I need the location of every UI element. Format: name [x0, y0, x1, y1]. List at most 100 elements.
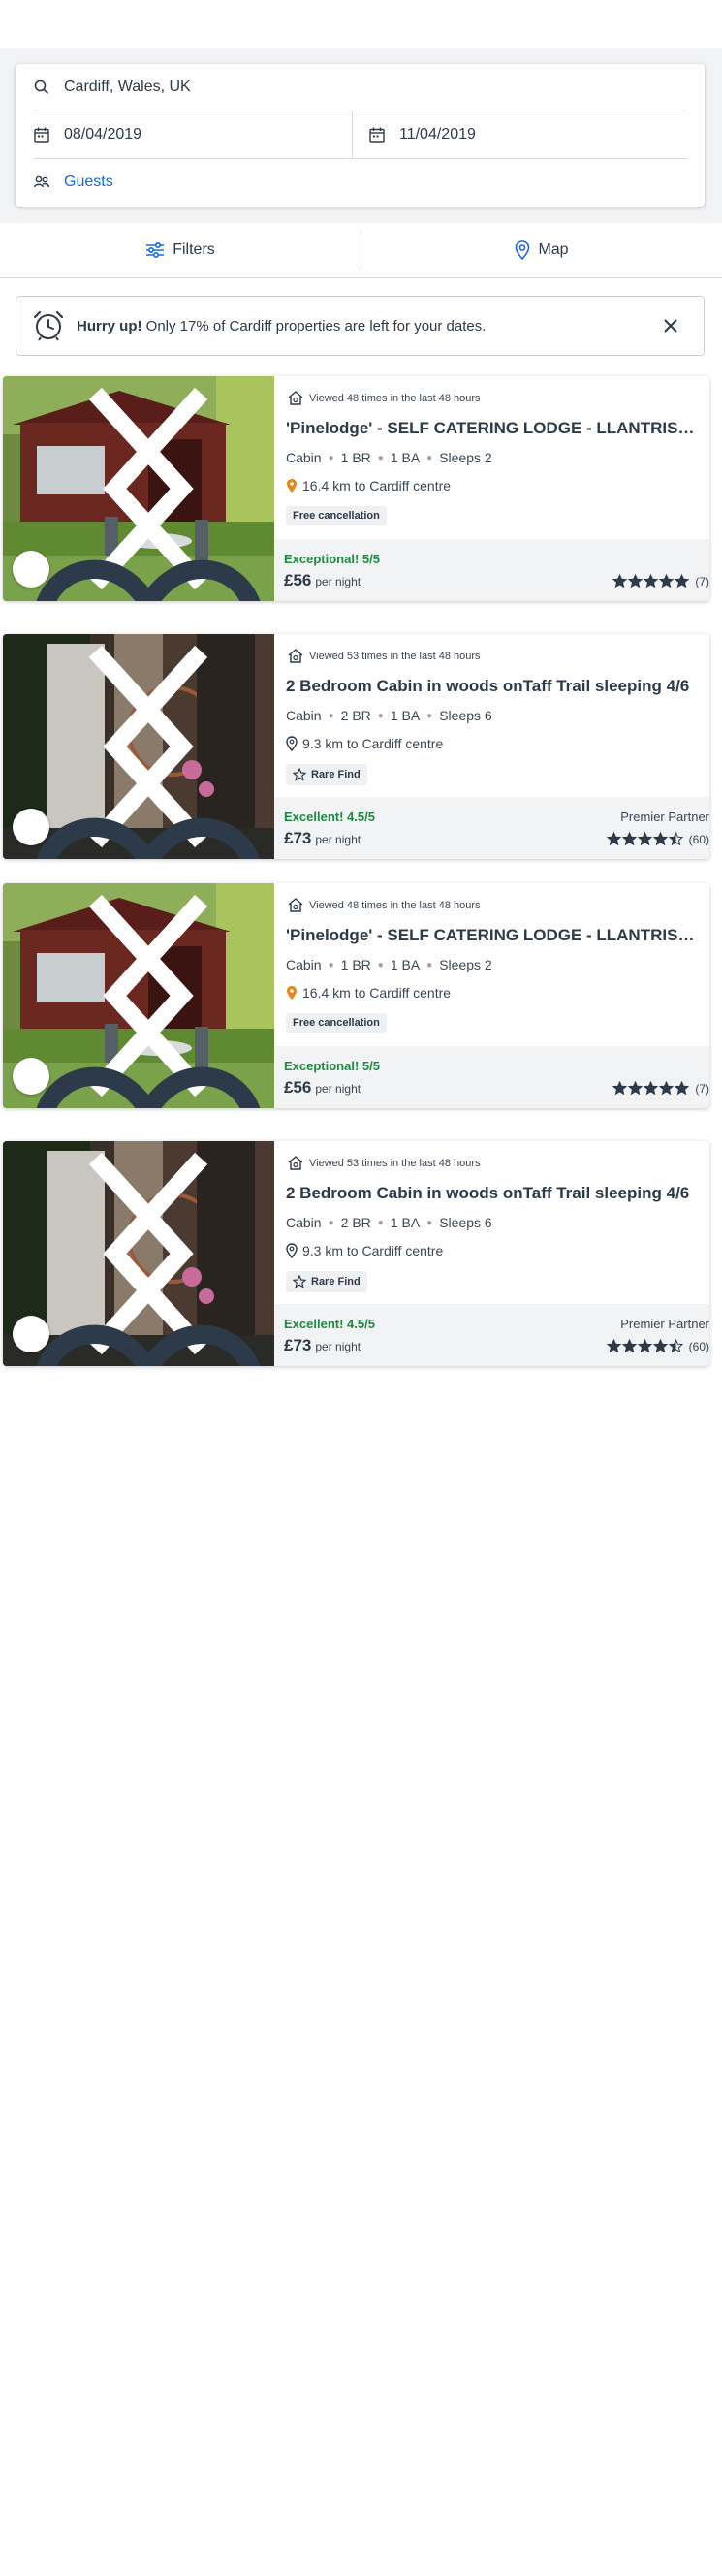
alarm-clock-icon [33, 310, 64, 341]
price-value: £56 [284, 571, 312, 589]
star-icon [621, 832, 637, 846]
price-bar: Exceptional! 5/5 £56 per night (7) [274, 1046, 709, 1108]
price-bar: Excellent! 4.5/5 £73 per night Premier Pa… [274, 797, 709, 859]
price: £56 per night [284, 1078, 361, 1097]
listing-title[interactable]: 2 Bedroom Cabin in woods onTaff Trail sl… [286, 677, 696, 696]
viewed-note: Viewed 48 times in the last 48 hours [288, 391, 481, 405]
star-icon [628, 1081, 644, 1096]
location-pin-icon [287, 986, 297, 1000]
star-icon [675, 574, 690, 588]
checkout-field[interactable]: 11/04/2019 [352, 111, 687, 158]
location-pin-icon [287, 479, 297, 493]
review-count: (7) [695, 574, 709, 588]
destination-field[interactable]: Cardiff, Wales, UK [33, 64, 687, 111]
premier-partner-label: Premier Partner [620, 1317, 709, 1331]
badge-text: Rare Find [311, 769, 361, 780]
listing-card[interactable]: Viewed 48 times in the last 48 hours 'Pi… [3, 883, 709, 1108]
listing-title[interactable]: 'Pinelodge' - SELF CATERING LODGE - LLAN… [286, 926, 696, 945]
star-rating: (60) [606, 1339, 709, 1353]
close-icon[interactable] [661, 316, 680, 335]
distance: 16.4 km to Cardiff centre [286, 985, 451, 1001]
heart-icon [36, 1324, 261, 1366]
viewed-note: Viewed 53 times in the last 48 hours [288, 1156, 481, 1170]
viewed-text: Viewed 53 times in the last 48 hours [309, 650, 481, 662]
search-icon [33, 79, 50, 96]
free-cancellation-badge: Free cancellation [286, 1013, 387, 1033]
price-bar: Excellent! 4.5/5 £73 per night Premier Pa… [274, 1304, 709, 1366]
free-cancellation-badge: Free cancellation [286, 506, 387, 525]
viewed-note: Viewed 48 times in the last 48 hours [288, 898, 481, 912]
favorite-button[interactable] [13, 1058, 261, 1108]
badge-text: Free cancellation [293, 1017, 380, 1029]
sleeps: Sleeps 2 [439, 957, 492, 972]
urgency-alert: Hurry up! Only 17% of Cardiff properties… [16, 296, 705, 356]
star-icon [628, 574, 644, 588]
listing-specs: Cabin ● 1 BR ● 1 BA ● Sleeps 2 [286, 957, 492, 972]
bedrooms: 1 BR [340, 957, 371, 972]
bedrooms: 1 BR [340, 450, 371, 465]
sleeps: Sleeps 6 [439, 1215, 492, 1230]
toolbar-tabs: Filters Map [0, 223, 722, 278]
listing-photo[interactable] [3, 883, 274, 1108]
listing-card[interactable]: Viewed 53 times in the last 48 hours 2 B… [3, 634, 709, 859]
house-icon [288, 391, 303, 405]
favorite-button[interactable] [13, 1316, 261, 1366]
listing-photo[interactable] [3, 634, 274, 859]
listing-card[interactable]: Viewed 53 times in the last 48 hours 2 B… [3, 1141, 709, 1366]
viewed-note: Viewed 53 times in the last 48 hours [288, 649, 481, 663]
top-bar [0, 0, 722, 48]
search-area: Cardiff, Wales, UK 08/04/2019 11/04/2019… [0, 48, 722, 223]
premier-partner-label: Premier Partner [620, 810, 709, 824]
alert-bold: Hurry up! [77, 317, 142, 334]
property-type: Cabin [286, 450, 322, 465]
star-icon [659, 574, 675, 588]
filters-icon [146, 241, 165, 259]
rating-text: Exceptional! 5/5 [284, 1059, 380, 1073]
badge-text: Rare Find [311, 1276, 361, 1288]
guests-field[interactable]: Guests [33, 159, 687, 206]
filters-button[interactable]: Filters [0, 231, 361, 270]
star-icon [644, 574, 659, 588]
listing-title[interactable]: 2 Bedroom Cabin in woods onTaff Trail sl… [286, 1184, 696, 1203]
price: £73 per night [284, 829, 361, 848]
house-icon [288, 649, 303, 663]
listing-photo[interactable] [3, 376, 274, 601]
checkin-field[interactable]: 08/04/2019 [33, 111, 352, 158]
bedrooms: 2 BR [340, 708, 371, 723]
favorite-button[interactable] [13, 809, 261, 859]
star-outline-icon [293, 768, 306, 781]
alert-text: Only 17% of Cardiff properties are left … [145, 317, 487, 334]
distance-text: 9.3 km to Cardiff centre [302, 1243, 444, 1258]
price: £73 per night [284, 1336, 361, 1355]
per-night: per night [315, 833, 361, 846]
star-outline-icon [293, 1275, 306, 1288]
distance: 9.3 km to Cardiff centre [286, 1243, 443, 1258]
listing-card[interactable]: Viewed 48 times in the last 48 hours 'Pi… [3, 376, 709, 601]
price-value: £73 [284, 1336, 312, 1354]
bathrooms: 1 BA [390, 957, 421, 972]
map-button[interactable]: Map [361, 223, 722, 277]
search-card: Cardiff, Wales, UK 08/04/2019 11/04/2019… [16, 64, 705, 207]
checkout-value: 11/04/2019 [399, 126, 476, 143]
distance-text: 16.4 km to Cardiff centre [302, 478, 452, 493]
favorite-button[interactable] [13, 551, 261, 601]
date-row: 08/04/2019 11/04/2019 [33, 111, 687, 159]
property-type: Cabin [286, 708, 322, 723]
sleeps: Sleeps 6 [439, 708, 492, 723]
guests-label: Guests [64, 174, 113, 190]
star-icon [668, 1339, 683, 1353]
house-icon [288, 1156, 303, 1170]
listing-title[interactable]: 'Pinelodge' - SELF CATERING LODGE - LLAN… [286, 419, 696, 438]
property-type: Cabin [286, 957, 322, 972]
listing-specs: Cabin ● 2 BR ● 1 BA ● Sleeps 6 [286, 1215, 492, 1230]
bathrooms: 1 BA [390, 1215, 421, 1230]
rare-find-badge: Rare Find [286, 1271, 367, 1292]
listing-photo[interactable] [3, 1141, 274, 1366]
bedrooms: 2 BR [340, 1215, 371, 1230]
star-rating: (60) [606, 832, 709, 846]
heart-icon [36, 1066, 261, 1108]
star-icon [668, 832, 683, 846]
heart-icon [36, 817, 261, 859]
star-icon [621, 1339, 637, 1353]
heart-icon [36, 559, 261, 601]
